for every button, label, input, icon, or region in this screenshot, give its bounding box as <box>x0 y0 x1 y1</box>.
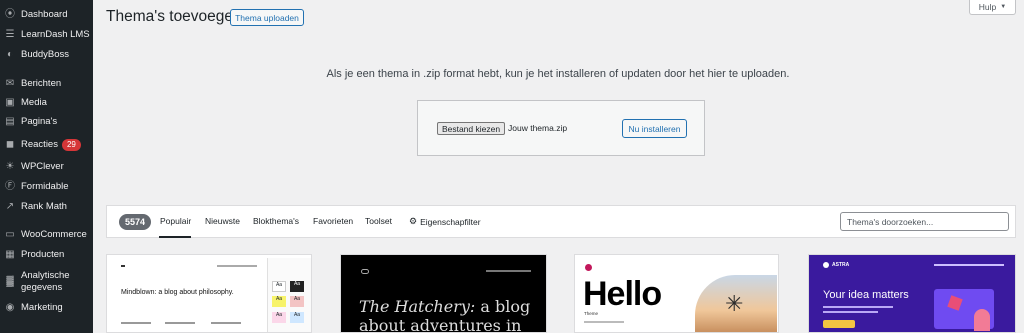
sidebar-item-label: Media <box>21 97 47 108</box>
theme-card[interactable]: ✳ Hello Theme <box>574 254 779 333</box>
marketing-icon: ◉ <box>5 302 15 313</box>
sidebar-item-analytische-gegevens[interactable]: ▓ Analytische gegevens <box>0 270 93 294</box>
sidebar-item-label: Rank Math <box>21 201 67 212</box>
buddyboss-icon: ◐ <box>6 49 14 60</box>
products-icon: ▦ <box>5 249 15 260</box>
comment-count-badge: 29 <box>61 139 81 151</box>
palm-tree-icon: ✳ <box>725 291 744 316</box>
page-icon: ▤ <box>5 116 15 127</box>
selected-file-name: Jouw thema.zip <box>508 123 568 133</box>
sidebar-item-label: WPClever <box>21 161 64 172</box>
theme-card[interactable]: The Hatchery: a blog about adventures in <box>340 254 547 333</box>
sidebar-item-dashboard[interactable]: ⦿ Dashboard <box>0 8 93 22</box>
theme-headline: Your idea matters <box>823 289 909 301</box>
tab-blokthemas[interactable]: Blokthema's <box>253 216 299 226</box>
sidebar-item-label: BuddyBoss <box>21 49 70 60</box>
media-icon: ▣ <box>5 97 15 108</box>
theme-subtitle: Theme <box>584 311 599 316</box>
theme-count-badge: 5574 <box>119 214 151 230</box>
sidebar-item-media[interactable]: ▣ Media <box>0 96 93 110</box>
tab-nieuwste[interactable]: Nieuwste <box>205 216 240 226</box>
astra-logo-icon <box>823 262 829 268</box>
theme-brand: ASTRA <box>832 262 850 268</box>
chevron-down-icon: ▼ <box>1000 4 1007 10</box>
sidebar-item-label: LearnDash LMS <box>21 29 90 40</box>
sidebar-item-label: Formidable <box>21 181 69 192</box>
choose-file-button[interactable]: Bestand kiezen <box>437 122 505 135</box>
sidebar-item-label: Producten <box>21 249 65 260</box>
theme-tagline: Mindblown: a blog about philosophy. <box>121 289 234 296</box>
sidebar-item-label: Analytische gegevens <box>21 270 70 293</box>
sidebar-item-label: WooCommerce <box>21 229 87 240</box>
help-label: Hulp <box>978 2 997 12</box>
sidebar-item-label: Dashboard <box>21 9 68 20</box>
tab-favorieten[interactable]: Favorieten <box>313 216 353 226</box>
pin-icon: ✉ <box>5 78 15 89</box>
sidebar-item-pagina-s[interactable]: ▤ Pagina's <box>0 115 93 129</box>
formidable-icon: Ⓕ <box>5 181 15 192</box>
feature-filter-label: Eigenschapfilter <box>420 216 481 227</box>
theme-card[interactable]: ASTRA Your idea matters <box>808 254 1016 333</box>
sidebar-item-rank-math[interactable]: ↗ Rank Math <box>0 200 93 214</box>
theme-title: Hello <box>583 275 662 313</box>
sidebar-item-buddyboss[interactable]: ◐ BuddyBoss <box>0 48 93 62</box>
page-title: Thema's toevoegen <box>106 8 242 25</box>
rankmath-icon: ↗ <box>5 201 15 212</box>
theme-search-input[interactable] <box>840 212 1009 231</box>
active-tab-indicator <box>159 236 191 238</box>
sidebar-item-wpclever[interactable]: ☀ WPClever <box>0 160 93 174</box>
tab-toolset[interactable]: Toolset <box>365 216 392 226</box>
sidebar-item-formidable[interactable]: Ⓕ Formidable <box>0 180 93 194</box>
upload-theme-button[interactable]: Thema uploaden <box>230 9 304 26</box>
comment-icon: ◼ <box>5 139 15 150</box>
theme-tagline-italic: The Hatchery: <box>359 297 476 316</box>
tab-populair[interactable]: Populair <box>160 216 191 226</box>
woocommerce-icon: ▭ <box>5 229 15 240</box>
help-button[interactable]: Hulp ▼ <box>969 0 1016 15</box>
gear-icon: ⚙ <box>409 216 418 226</box>
install-now-button[interactable]: Nu installeren <box>622 119 687 138</box>
upload-form: Bestand kiezen Jouw thema.zip Nu install… <box>417 100 705 156</box>
sidebar-item-berichten[interactable]: ✉ Berichten <box>0 77 93 91</box>
sidebar-item-label: Pagina's <box>21 116 58 127</box>
upload-description: Als je een thema in .zip format hebt, ku… <box>326 68 790 80</box>
sidebar-item-label: Reacties <box>21 139 58 150</box>
analytics-icon: ▓ <box>6 276 14 287</box>
wpclever-icon: ☀ <box>5 161 15 172</box>
admin-sidebar: ⦿ Dashboard ☰ LearnDash LMS ◐ BuddyBoss ✉ Beric… <box>0 0 93 333</box>
sidebar-item-label: Marketing <box>21 302 63 313</box>
sidebar-item-reacties[interactable]: ◼ Reacties 29 <box>0 138 93 152</box>
learndash-icon: ☰ <box>5 29 15 40</box>
theme-filter-bar: 5574 Populair Nieuwste Blokthema's Favor… <box>106 205 1016 238</box>
dashboard-icon: ⦿ <box>5 9 15 20</box>
sidebar-item-marketing[interactable]: ◉ Marketing <box>0 301 93 315</box>
sidebar-item-woocommerce[interactable]: ▭ WooCommerce <box>0 228 93 242</box>
sidebar-item-learndash-lms[interactable]: ☰ LearnDash LMS <box>0 28 93 42</box>
feature-filter-link[interactable]: ⚙ Eigenschapfilter <box>409 216 481 227</box>
theme-card[interactable]: Aa Aa Aa Aa Aa Aa Mindblown: a blog abou… <box>106 254 312 333</box>
sidebar-item-label: Berichten <box>21 78 62 89</box>
sidebar-item-producten[interactable]: ▦ Producten <box>0 248 93 262</box>
